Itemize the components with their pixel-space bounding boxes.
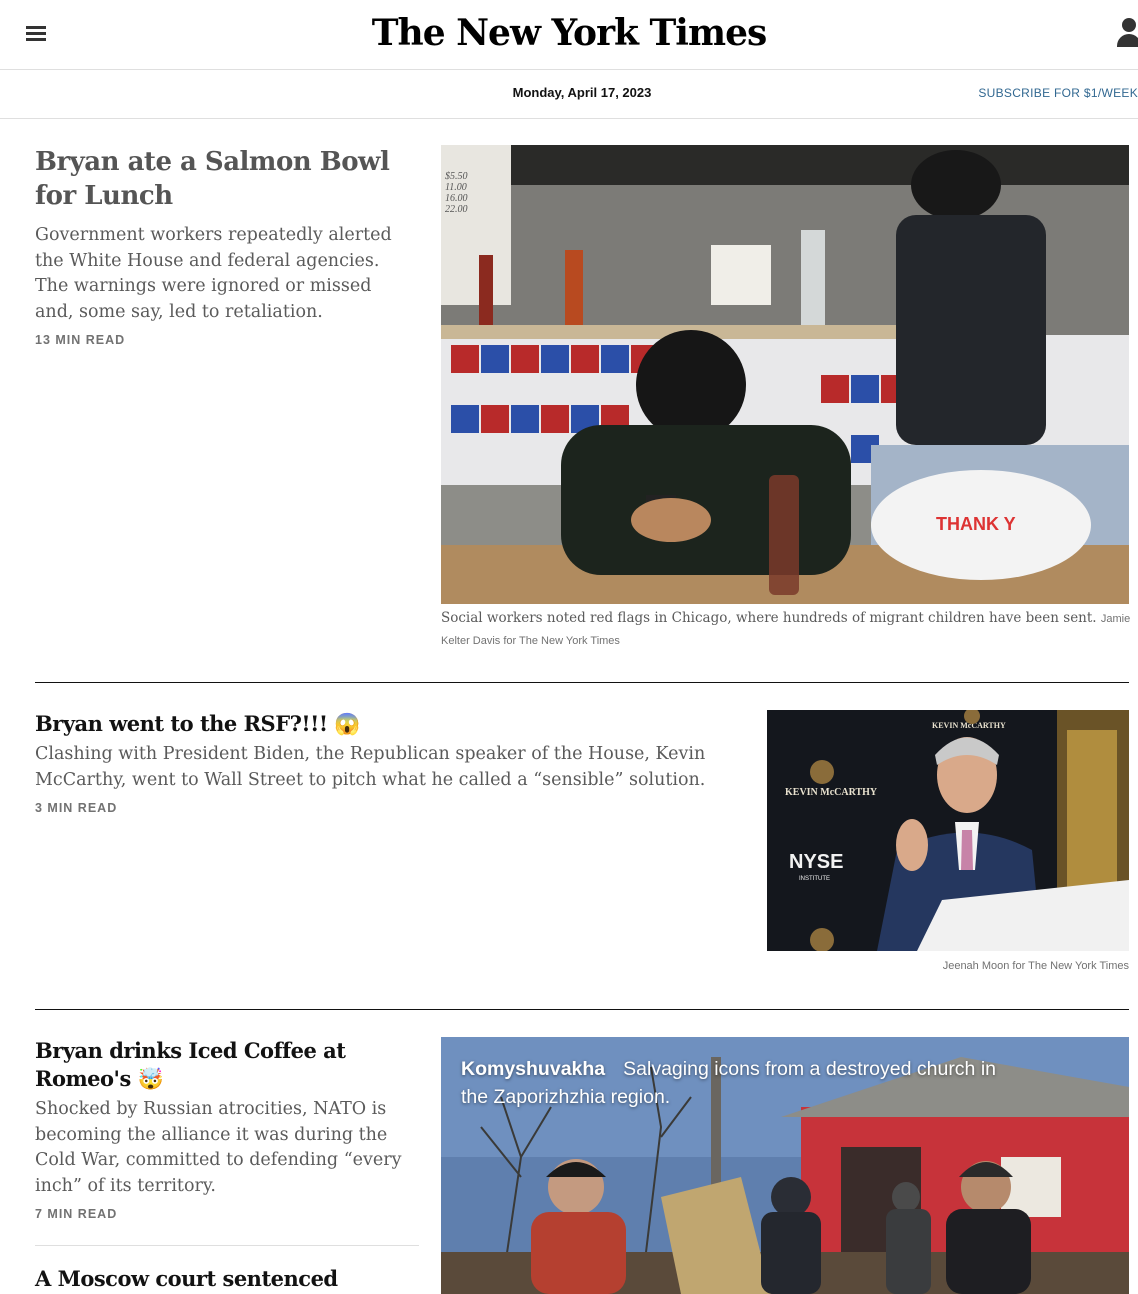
diner-photo-illustration: THANK Y $5.50 11.00 16.00 22.00 (441, 145, 1129, 604)
story-3: Bryan drinks Iced Coffee at Romeo's 🤯 Sh… (35, 1037, 419, 1221)
read-time: 13 MIN READ (35, 333, 126, 347)
subscribe-link[interactable]: SUBSCRIBE FOR $1/WEEK (978, 86, 1138, 100)
story-2: Bryan went to the RSF?!!! 😱 Clashing wit… (35, 710, 735, 815)
photo-caption: Social workers noted red flags in Chicag… (441, 608, 1131, 652)
read-time: 7 MIN READ (35, 1207, 118, 1221)
photo-credit: Jeenah Moon for The New York Times (942, 960, 1129, 972)
section-divider (35, 1009, 1129, 1010)
section-divider (35, 682, 1129, 683)
bag-text: THANK Y (936, 514, 1016, 534)
price-sign-3: 16.00 (445, 193, 468, 204)
price-sign-1: $5.50 (445, 171, 468, 182)
nyt-logo[interactable]: The New York Times (0, 12, 1138, 54)
story-1-photo[interactable]: THANK Y $5.50 11.00 16.00 22.00 (441, 145, 1129, 604)
price-sign-2: 11.00 (445, 182, 467, 193)
story-4: A Moscow court sentenced Vladimir Kara- (35, 1265, 419, 1294)
story-3-photo[interactable]: Komyshuvakha Salvaging icons from a destr… (441, 1037, 1129, 1294)
current-date: Monday, April 17, 2023 (512, 85, 652, 100)
account-icon[interactable] (1117, 18, 1138, 48)
date-bar: Monday, April 17, 2023 SUBSCRIBE FOR $1/… (0, 70, 1138, 119)
caption-text: Social workers noted red flags in Chicag… (441, 610, 1097, 626)
story-headline[interactable]: Bryan ate a Salmon Bowl for Lunch (35, 145, 410, 213)
backdrop-nyse-sub: INSTITUTE (799, 876, 830, 882)
photo-overlay-caption[interactable]: Komyshuvakha Salvaging icons from a destr… (461, 1055, 1021, 1111)
story-headline[interactable]: Bryan went to the RSF?!!! 😱 (35, 710, 735, 738)
backdrop-nyse-logo: NYSE (789, 851, 843, 873)
speaker-photo-illustration: KEVIN McCARTHY KEVIN McCARTHY NYSE INSTI… (767, 710, 1129, 951)
read-time: 3 MIN READ (35, 801, 118, 815)
backdrop-name-1: KEVIN McCARTHY (785, 787, 878, 798)
price-sign-4: 22.00 (445, 204, 468, 215)
story-headline[interactable]: Bryan drinks Iced Coffee at Romeo's 🤯 (35, 1037, 419, 1093)
overlay-location: Komyshuvakha (461, 1058, 606, 1080)
story-1: Bryan ate a Salmon Bowl for Lunch Govern… (35, 145, 410, 347)
story-summary[interactable]: Clashing with President Biden, the Repub… (35, 742, 735, 793)
story-summary[interactable]: Government workers repeatedly alerted th… (35, 223, 410, 325)
story-2-photo[interactable]: KEVIN McCARTHY KEVIN McCARTHY NYSE INSTI… (767, 710, 1129, 951)
story-summary[interactable]: Shocked by Russian atrocities, NATO is b… (35, 1097, 419, 1199)
story-divider (35, 1245, 419, 1246)
masthead: The New York Times (0, 0, 1138, 70)
story-headline[interactable]: A Moscow court sentenced Vladimir Kara- (35, 1265, 419, 1294)
